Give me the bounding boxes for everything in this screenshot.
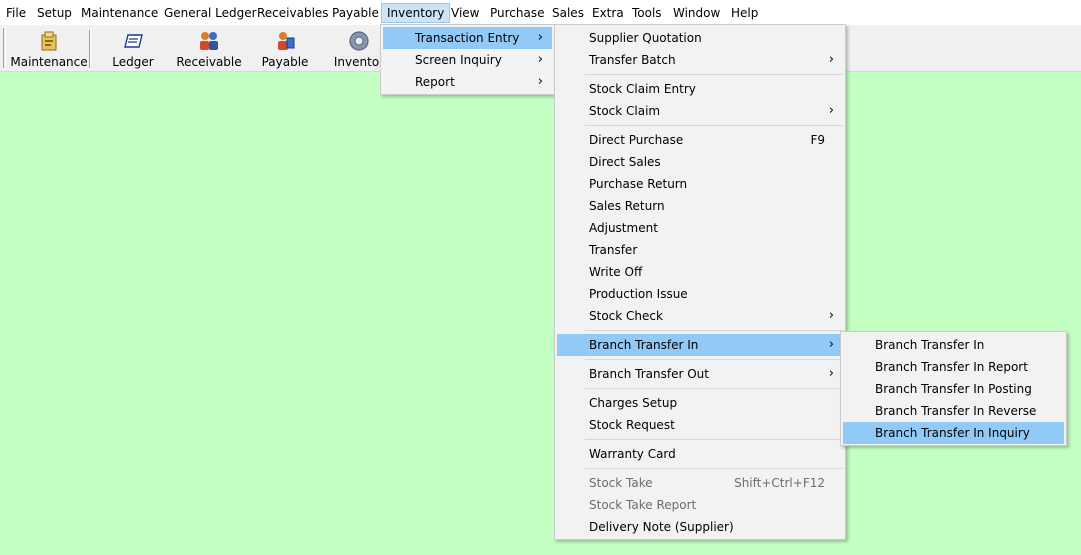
menu-item-label: Transaction Entry [415,31,520,45]
menu-item-warranty-card[interactable]: Warranty Card [557,443,843,465]
menu-bar: File Setup Maintenance General Ledger Re… [0,0,1081,25]
menu-item-purchase-return[interactable]: Purchase Return [557,173,843,195]
menu-item-charges-setup[interactable]: Charges Setup [557,392,843,414]
transaction-entry-submenu: Supplier Quotation Transfer Batch › Stoc… [554,24,846,540]
menu-separator [585,388,843,389]
menu-item-stock-take-report: Stock Take Report [589,498,697,512]
menu-item-report[interactable]: Report › [383,71,552,93]
payable-label: Payable [261,55,309,69]
menu-item-adjustment[interactable]: Adjustment [557,217,843,239]
receivable-label: Receivable [176,55,242,69]
ledger-label: Ledger [112,55,154,69]
payable-icon [278,32,295,50]
menu-file[interactable]: File [0,3,32,23]
menu-item-branch-transfer-in-reverse[interactable]: Branch Transfer In Reverse [843,400,1064,422]
chevron-right-icon: › [537,30,543,45]
menu-item-label: Stock Check [589,309,663,323]
ledger-button[interactable]: Ledger [103,27,163,71]
menu-item-stock-claim[interactable]: Stock Claim › [557,100,843,122]
menu-separator [585,125,843,126]
menu-view[interactable]: View [445,3,485,23]
menu-item-write-off[interactable]: Write Off [557,261,843,283]
chevron-right-icon: › [828,337,834,352]
menu-item-stock-check[interactable]: Stock Check › [557,305,843,327]
menu-separator [585,468,843,469]
menu-item-supplier-quotation[interactable]: Supplier Quotation [557,27,843,49]
menu-separator [585,439,843,440]
menu-item-branch-transfer-in-posting[interactable]: Branch Transfer In Posting [843,378,1064,400]
menu-separator [585,359,843,360]
ledger-icon [124,34,143,48]
menu-item-label: Screen Inquiry [415,53,502,67]
menu-item-screen-inquiry[interactable]: Screen Inquiry › [383,49,552,71]
menu-item-delivery-note-supplier[interactable]: Delivery Note (Supplier) [557,516,843,538]
maintenance-icon [41,31,57,51]
menu-help[interactable]: Help [725,3,764,23]
inventory-menu: Transaction Entry › Screen Inquiry › Rep… [380,24,555,95]
menu-item-transaction-entry[interactable]: Transaction Entry › [383,27,552,49]
chevron-right-icon: › [537,52,543,67]
menu-general-ledger[interactable]: General Ledger [158,3,263,23]
menu-item-label: Branch Transfer Out [589,367,709,381]
menu-separator [585,74,843,75]
menu-extra[interactable]: Extra [586,3,630,23]
menu-separator [585,330,843,331]
menu-item-sales-return[interactable]: Sales Return [557,195,843,217]
chevron-right-icon: › [828,52,834,67]
chevron-right-icon: › [828,366,834,381]
receivable-icon [200,32,218,50]
menu-item-label: Stock Take [589,476,653,490]
menu-item-label: Direct Purchase [589,133,684,147]
menu-item-transfer[interactable]: Transfer [557,239,843,261]
chevron-right-icon: › [537,74,543,89]
menu-payable[interactable]: Payable [326,3,385,23]
menu-window[interactable]: Window [667,3,726,23]
menu-receivables[interactable]: Receivables [251,3,335,23]
menu-maintenance[interactable]: Maintenance [75,3,164,23]
menu-sales[interactable]: Sales [546,3,590,23]
menu-setup[interactable]: Setup [31,3,78,23]
receivable-button[interactable]: Receivable [174,27,244,71]
menu-item-branch-transfer-in-entry[interactable]: Branch Transfer In [843,334,1064,356]
shortcut-label: F9 [810,133,825,147]
menu-item-label: Report [415,75,455,89]
menu-item-transfer-batch[interactable]: Transfer Batch › [557,49,843,71]
menu-item-production-issue[interactable]: Production Issue [557,283,843,305]
menu-item-label: Transfer Batch [589,53,676,67]
menu-purchase[interactable]: Purchase [484,3,551,23]
maintenance-button[interactable]: Maintenance [10,27,88,71]
chevron-right-icon: › [828,103,834,118]
shortcut-label: Shift+Ctrl+F12 [734,476,825,490]
menu-item-label: Stock Claim [589,104,661,118]
maintenance-label: Maintenance [10,55,88,69]
menu-item-branch-transfer-in[interactable]: Branch Transfer In › [557,334,843,356]
menu-item-stock-claim-entry[interactable]: Stock Claim Entry [557,78,843,100]
menu-item-stock-take: Stock Take Shift+Ctrl+F12 [557,472,843,494]
menu-item-branch-transfer-out[interactable]: Branch Transfer Out › [557,363,843,385]
branch-transfer-in-submenu: Branch Transfer In Branch Transfer In Re… [840,331,1067,446]
toolbar-separator [89,30,91,68]
menu-item-direct-purchase[interactable]: Direct Purchase F9 [557,129,843,151]
payable-button[interactable]: Payable [256,27,314,71]
menu-item-direct-sales[interactable]: Direct Sales [557,151,843,173]
toolbar-grip[interactable] [3,28,6,68]
menu-item-branch-transfer-in-inquiry[interactable]: Branch Transfer In Inquiry [843,422,1064,444]
chevron-right-icon: › [828,308,834,323]
menu-item-stock-request[interactable]: Stock Request [557,414,843,436]
menu-item-branch-transfer-in-report[interactable]: Branch Transfer In Report [843,356,1064,378]
menu-tools[interactable]: Tools [626,3,668,23]
menu-item-label: Branch Transfer In [589,338,699,352]
gear-icon [349,31,369,51]
menu-inventory[interactable]: Inventory [381,3,451,23]
